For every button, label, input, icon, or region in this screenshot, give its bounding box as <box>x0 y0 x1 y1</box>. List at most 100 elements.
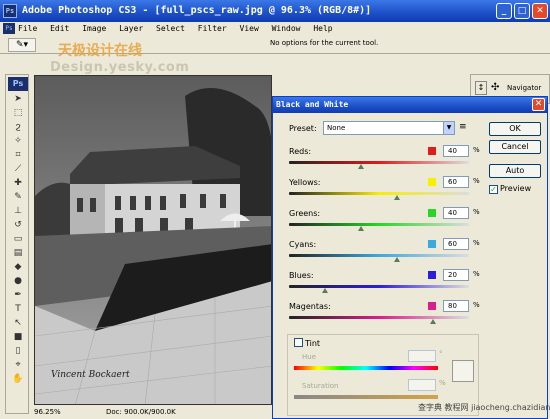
black-and-white-dialog: Black and White ✕ Preset: None ▼ ≡ OK Ca… <box>272 96 548 419</box>
shape-tool-icon[interactable]: ■ <box>8 331 28 344</box>
menu-help[interactable]: Help <box>313 24 332 33</box>
slider-label-yellows: Yellows: <box>289 178 321 187</box>
percent-unit-greens: % <box>473 208 480 216</box>
navigator-label[interactable]: Navigator <box>507 84 541 92</box>
saturation-unit: % <box>439 379 446 387</box>
preset-options-icon[interactable]: ≡ <box>459 122 467 132</box>
tint-checkbox[interactable]: Tint <box>294 338 321 348</box>
menu-bar: Ps File Edit Image Layer Select Filter V… <box>0 22 550 36</box>
menu-select[interactable]: Select <box>156 24 185 33</box>
crop-tool-icon[interactable]: ⌗ <box>8 149 28 162</box>
slider-track-cyans[interactable] <box>289 254 469 257</box>
value-input-magentas[interactable]: 80 <box>443 300 469 312</box>
slider-thumb-yellows[interactable] <box>394 195 400 200</box>
toolbox-logo: Ps <box>8 77 28 91</box>
slider-thumb-reds[interactable] <box>358 164 364 169</box>
zoom-level[interactable]: 96.25% <box>34 405 61 419</box>
history-brush-tool-icon[interactable]: ↺ <box>8 219 28 232</box>
healing-tool-icon[interactable]: ✚ <box>8 177 28 190</box>
percent-unit-blues: % <box>473 270 480 278</box>
watermark-url: Design.yesky.com <box>50 60 190 75</box>
color-swatch-cyans <box>428 240 436 248</box>
value-input-yellows[interactable]: 60 <box>443 176 469 188</box>
ok-button[interactable]: OK <box>489 122 541 136</box>
blur-tool-icon[interactable]: ◆ <box>8 261 28 274</box>
preview-check-icon[interactable]: ✓ <box>489 185 498 194</box>
navigator-icon[interactable]: ✣ <box>491 81 503 95</box>
slider-label-reds: Reds: <box>289 147 312 156</box>
eyedropper-tool-icon[interactable]: ⌖ <box>8 359 28 372</box>
window-title-bar: Ps Adobe Photoshop CS3 - [full_pscs_raw.… <box>0 0 550 22</box>
panel-tab-icon[interactable]: ↕ <box>475 81 487 95</box>
dialog-title-bar: Black and White ✕ <box>273 97 547 113</box>
preset-select[interactable]: None ▼ <box>323 121 455 135</box>
app-menu-icon[interactable]: Ps <box>3 23 15 34</box>
move-tool-icon[interactable]: ➤ <box>8 93 28 106</box>
value-input-greens[interactable]: 40 <box>443 207 469 219</box>
minimize-button[interactable]: _ <box>496 3 512 19</box>
tint-check-icon[interactable] <box>294 338 303 347</box>
menu-filter[interactable]: Filter <box>198 24 227 33</box>
doc-size: Doc: 900.0K/900.0K <box>106 408 176 416</box>
gradient-tool-icon[interactable]: ▤ <box>8 247 28 260</box>
slider-row-greens: Greens: 40% <box>287 207 487 237</box>
quick-select-tool-icon[interactable]: ✧ <box>8 135 28 148</box>
hand-tool-icon[interactable]: ✋ <box>8 373 28 386</box>
hue-input <box>408 350 436 362</box>
status-bar: 96.25% Doc: 900.0K/900.0K <box>30 405 290 419</box>
slider-track-reds[interactable] <box>289 161 469 164</box>
auto-button[interactable]: Auto <box>489 164 541 178</box>
path-select-tool-icon[interactable]: ↖ <box>8 317 28 330</box>
saturation-label: Saturation <box>302 382 339 390</box>
document-canvas[interactable]: Vincent Bockaert <box>34 75 272 405</box>
percent-unit-reds: % <box>473 146 480 154</box>
saturation-slider <box>294 395 438 399</box>
value-input-cyans[interactable]: 60 <box>443 238 469 250</box>
type-tool-icon[interactable]: T <box>8 303 28 316</box>
slice-tool-icon[interactable]: ⟋ <box>8 163 28 176</box>
hue-slider <box>294 366 438 370</box>
slider-thumb-greens[interactable] <box>358 226 364 231</box>
color-swatch-reds <box>428 147 436 155</box>
marquee-tool-icon[interactable]: ⬚ <box>8 107 28 120</box>
notes-tool-icon[interactable]: ▯ <box>8 345 28 358</box>
menu-window[interactable]: Window <box>272 24 301 33</box>
chevron-down-icon[interactable]: ▼ <box>443 122 454 134</box>
dialog-close-button[interactable]: ✕ <box>532 98 545 111</box>
slider-thumb-cyans[interactable] <box>394 257 400 262</box>
slider-track-blues[interactable] <box>289 285 469 288</box>
slider-label-greens: Greens: <box>289 209 321 218</box>
dodge-tool-icon[interactable]: ● <box>8 275 28 288</box>
slider-track-magentas[interactable] <box>289 316 469 319</box>
menu-file[interactable]: File <box>18 24 37 33</box>
eraser-tool-icon[interactable]: ▭ <box>8 233 28 246</box>
hue-unit: ° <box>439 350 443 358</box>
saturation-input <box>408 379 436 391</box>
preview-checkbox[interactable]: ✓ Preview <box>489 184 531 194</box>
tint-label: Tint <box>305 339 321 348</box>
slider-track-yellows[interactable] <box>289 192 469 195</box>
value-input-blues[interactable]: 20 <box>443 269 469 281</box>
menu-view[interactable]: View <box>240 24 259 33</box>
slider-track-greens[interactable] <box>289 223 469 226</box>
window-title: Adobe Photoshop CS3 - [full_pscs_raw.jpg… <box>22 5 372 16</box>
brush-tool-icon[interactable]: ✎ <box>8 191 28 204</box>
value-input-reds[interactable]: 40 <box>443 145 469 157</box>
lasso-tool-icon[interactable]: ϩ <box>8 121 28 134</box>
slider-thumb-blues[interactable] <box>322 288 328 293</box>
pen-tool-icon[interactable]: ✒ <box>8 289 28 302</box>
photo-signature: Vincent Bockaert <box>51 370 130 380</box>
menu-image[interactable]: Image <box>82 24 106 33</box>
stamp-tool-icon[interactable]: ⊥ <box>8 205 28 218</box>
menu-edit[interactable]: Edit <box>50 24 69 33</box>
menu-layer[interactable]: Layer <box>119 24 143 33</box>
eyedropper-icon[interactable]: ✎▾ <box>8 38 36 52</box>
watermark-logo: 天极设计在线 <box>58 43 142 59</box>
slider-thumb-magentas[interactable] <box>430 319 436 324</box>
maximize-button[interactable]: □ <box>514 3 530 19</box>
cancel-button[interactable]: Cancel <box>489 140 541 154</box>
slider-row-cyans: Cyans: 60% <box>287 238 487 268</box>
photo-image <box>35 76 271 404</box>
tint-color-swatch <box>452 360 474 382</box>
close-button[interactable]: ✕ <box>532 3 548 19</box>
